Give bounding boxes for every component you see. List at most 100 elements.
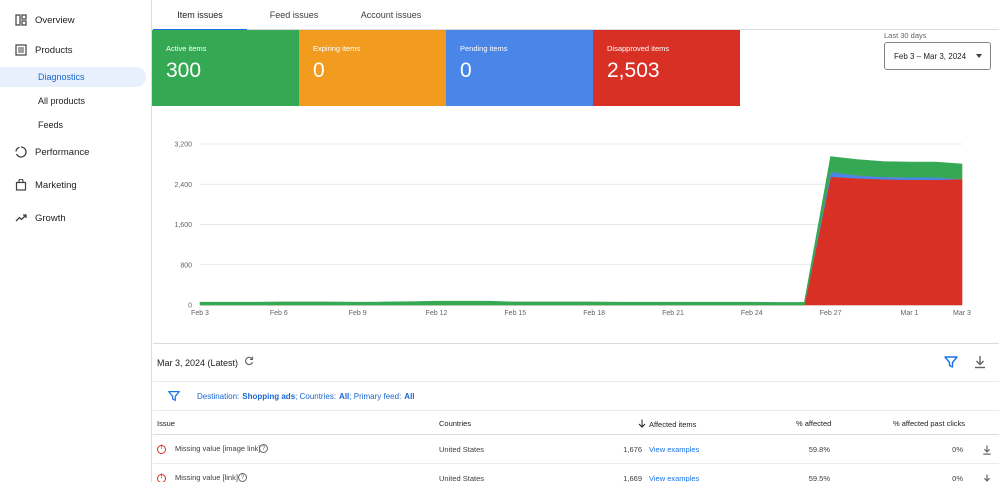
card-label: Pending items <box>460 44 508 53</box>
x-tick-label: Feb 12 <box>426 310 448 317</box>
x-tick-label: Feb 27 <box>820 310 842 317</box>
chart-divider <box>153 343 999 344</box>
column-header-affected-items[interactable]: Affected items <box>638 419 696 430</box>
column-header-issue[interactable]: Issue <box>157 419 175 428</box>
card-disapproved-items[interactable]: Disapproved items 2,503 89% <box>593 30 740 121</box>
sidebar-item-products[interactable]: Products <box>0 38 73 62</box>
sidebar-item-overview[interactable]: Overview <box>0 8 75 32</box>
sidebar-item-label: Growth <box>35 212 66 224</box>
issue-cell: Missing value [image link] <box>175 444 261 453</box>
date-range-caption: Last 30 days <box>884 31 927 40</box>
card-expiring-items[interactable]: Expiring items 0 0% <box>299 30 446 121</box>
table-header-divider <box>153 434 999 435</box>
card-value: 300 <box>166 59 202 82</box>
column-header-countries[interactable]: Countries <box>439 419 471 428</box>
sidebar-item-growth[interactable]: Growth <box>0 206 66 230</box>
card-pending-items[interactable]: Pending items 0 0% <box>446 30 593 121</box>
column-header-pct-affected[interactable]: % affected <box>796 419 831 428</box>
column-header-pct-clicks[interactable]: % affected past clicks <box>893 419 965 428</box>
sidebar-subitem-all-products[interactable]: All products <box>0 91 146 111</box>
filter-summary: Destination: Shopping ads ; Countries: A… <box>167 388 415 404</box>
sidebar: Overview Products Diagnostics All produc… <box>0 0 152 482</box>
issue-cell: Missing value [link] <box>175 473 238 482</box>
pct-affected-cell: 59.5% <box>808 474 830 482</box>
y-tick-label: 2,400 <box>174 182 192 189</box>
filter-divider <box>153 410 999 411</box>
x-tick-label: Feb 21 <box>662 310 684 317</box>
pct-clicks-cell: 0% <box>952 474 963 482</box>
x-tick-label: Feb 18 <box>583 310 605 317</box>
date-range-value: Feb 3 – Mar 3, 2024 <box>894 51 967 61</box>
pct-clicks-cell: 0% <box>952 445 963 454</box>
dropdown-caret-icon <box>976 54 982 58</box>
tab-item-issues[interactable]: Item issues <box>153 0 247 31</box>
filter-icon[interactable] <box>943 354 959 370</box>
card-value: 2,503 <box>607 59 660 82</box>
filter-countries-value[interactable]: All <box>339 392 349 401</box>
tab-account-issues[interactable]: Account issues <box>341 0 441 30</box>
x-tick-label: Feb 15 <box>504 310 526 317</box>
x-tick-label: Mar 1 <box>900 310 918 317</box>
card-value: 0 <box>313 59 325 82</box>
y-tick-label: 1,600 <box>174 222 192 229</box>
refresh-icon[interactable] <box>244 356 254 369</box>
sort-descending-icon <box>638 419 646 430</box>
x-tick-label: Feb 6 <box>270 310 288 317</box>
affected-items-cell: 1,669 <box>623 474 642 482</box>
help-icon[interactable]: ? <box>259 444 268 453</box>
snapshot-date-label: Mar 3, 2024 (Latest) <box>157 357 239 368</box>
y-tick-label: 3,200 <box>174 142 192 149</box>
download-icon[interactable] <box>972 354 988 370</box>
x-tick-label: Feb 3 <box>191 310 209 317</box>
y-tick-label: 0 <box>188 303 192 310</box>
sidebar-subitem-diagnostics[interactable]: Diagnostics <box>0 67 146 87</box>
countries-cell: United States <box>439 474 485 482</box>
filter-destination-label: Destination: <box>197 391 240 401</box>
marketing-icon <box>14 178 28 192</box>
sidebar-item-label: Overview <box>35 14 75 26</box>
y-tick-label: 800 <box>180 262 192 269</box>
error-icon <box>157 445 166 454</box>
filter-feed-value[interactable]: All <box>404 392 414 401</box>
sidebar-item-label: Products <box>35 44 73 56</box>
snapshot-date: Mar 3, 2024 (Latest) <box>157 356 254 369</box>
view-examples-link[interactable]: View examples <box>649 445 699 454</box>
x-tick-label: Mar 3 <box>953 310 971 317</box>
x-tick-label: Feb 24 <box>741 310 763 317</box>
card-label: Disapproved items <box>607 44 670 53</box>
affected-items-cell: 1,676 <box>623 445 642 454</box>
products-icon <box>14 43 28 57</box>
card-label: Active items <box>166 44 207 53</box>
download-icon[interactable] <box>981 472 993 482</box>
table-row-divider <box>153 463 999 464</box>
date-range-select[interactable]: Feb 3 – Mar 3, 2024 <box>884 42 991 70</box>
view-examples-link[interactable]: View examples <box>649 474 699 482</box>
performance-icon <box>14 145 28 159</box>
sidebar-subitem-feeds[interactable]: Feeds <box>0 115 146 135</box>
items-area-chart: 0 800 1,600 2,400 3,200 Feb 3 Feb 6 Feb 9 Feb 12… <box>174 142 971 318</box>
x-tick-label: Feb 9 <box>349 310 367 317</box>
sidebar-item-marketing[interactable]: Marketing <box>0 173 77 197</box>
card-label: Expiring items <box>313 44 361 53</box>
filter-countries-label: ; Countries: <box>295 391 337 401</box>
filter-feed-label: ; Primary feed: <box>349 391 402 401</box>
sidebar-item-label: Performance <box>35 146 90 158</box>
filter-icon[interactable] <box>167 389 181 403</box>
help-icon[interactable]: ? <box>238 473 247 482</box>
countries-cell: United States <box>439 445 485 454</box>
download-icon[interactable] <box>981 443 993 455</box>
area-series-disapproved <box>200 176 963 306</box>
dashboard-icon <box>14 13 28 27</box>
pct-affected-cell: 59.8% <box>808 445 830 454</box>
column-header-label: Affected items <box>649 420 697 429</box>
tab-feed-issues[interactable]: Feed issues <box>247 0 341 30</box>
sidebar-item-label: Marketing <box>35 179 77 191</box>
card-active-items[interactable]: Active items 300 11% <box>152 30 299 121</box>
sidebar-item-performance[interactable]: Performance <box>0 140 89 164</box>
card-value: 0 <box>460 59 472 82</box>
growth-icon <box>14 211 28 225</box>
issues-tab-bar: Item issues Feed issues Account issues <box>153 0 999 31</box>
filter-destination-value[interactable]: Shopping ads <box>242 392 295 401</box>
toolbar-divider <box>153 381 999 382</box>
error-icon <box>157 474 166 482</box>
